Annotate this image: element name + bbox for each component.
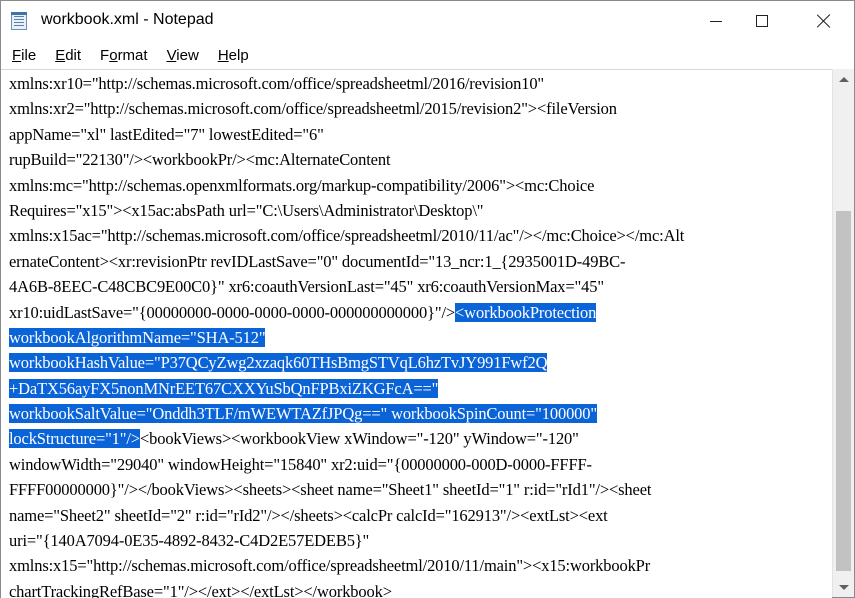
- minimize-icon: [710, 20, 722, 22]
- text-line: xmlns:x15="http://schemas.microsoft.com/…: [9, 553, 829, 578]
- line-text: xmlns:x15="http://schemas.microsoft.com/…: [9, 556, 651, 576]
- selected-text: <workbookProtection: [455, 302, 597, 322]
- line-text: xmlns:xr10="http://schemas.microsoft.com…: [9, 74, 545, 93]
- line-text: chartTrackingRefBase="1"/></ext></extLst…: [9, 581, 392, 598]
- text-line: uri="{140A7094-0E35-4892-8432-C4D2E57EDE…: [9, 528, 829, 553]
- maximize-button[interactable]: [739, 1, 785, 41]
- text-line: windowWidth="29040" windowHeight="15840"…: [9, 452, 829, 477]
- text-line: xmlns:mc="http://schemas.openxmlformats.…: [9, 173, 829, 198]
- scroll-down-button[interactable]: [833, 577, 854, 597]
- text-line: lockStructure="1"/><bookViews><workbookV…: [9, 426, 829, 451]
- arrow-down-icon: [838, 584, 849, 590]
- text-line: 4A6B-8EEC-C48CBC9E00C0}" xr6:coauthVersi…: [9, 274, 829, 299]
- text-line: ernateContent><xr:revisionPtr revIDLastS…: [9, 249, 829, 274]
- notepad-icon[interactable]: [11, 12, 27, 30]
- line-text: Requires="x15"><x15ac:absPath url="C:\Us…: [9, 200, 484, 220]
- line-text: windowWidth="29040" windowHeight="15840"…: [9, 454, 592, 474]
- text-line: xmlns:xr2="http://schemas.microsoft.com/…: [9, 96, 829, 121]
- text-line: workbookHashValue="P37QCyZwg2xzaqk60THsB…: [9, 350, 829, 375]
- close-button[interactable]: [801, 1, 847, 41]
- vertical-scrollbar[interactable]: [832, 69, 854, 597]
- line-text: <bookViews><workbookView xWindow="-120" …: [139, 429, 579, 449]
- title-bar[interactable]: workbook.xml - Notepad: [1, 1, 854, 41]
- text-line: appName="xl" lastEdited="7" lowestEdited…: [9, 122, 829, 147]
- text-line: workbookAlgorithmName="SHA-512": [9, 325, 829, 350]
- text-line: xr10:uidLastSave="{00000000-0000-0000-00…: [9, 300, 829, 325]
- menu-edit[interactable]: Edit: [44, 47, 89, 64]
- line-text: uri="{140A7094-0E35-4892-8432-C4D2E57EDE…: [9, 531, 370, 551]
- text-line: chartTrackingRefBase="1"/></ext></extLst…: [9, 579, 829, 598]
- line-text: ernateContent><xr:revisionPtr revIDLastS…: [9, 251, 626, 271]
- line-text: xr10:uidLastSave="{00000000-0000-0000-00…: [9, 302, 456, 322]
- close-icon: [817, 14, 831, 28]
- menu-bar: File Edit Format View Help: [1, 41, 854, 69]
- notepad-window: workbook.xml - Notepad File Edit Format …: [0, 0, 855, 598]
- line-text: 4A6B-8EEC-C48CBC9E00C0}" xr6:coauthVersi…: [9, 277, 604, 297]
- text-line: rupBuild="22130"/><workbookPr/><mc:Alter…: [9, 147, 829, 172]
- menu-file[interactable]: File: [1, 47, 44, 64]
- menu-view[interactable]: View: [156, 47, 207, 64]
- menu-help[interactable]: Help: [207, 47, 257, 64]
- editor-text: xmlns:xr10="http://schemas.microsoft.com…: [9, 71, 829, 598]
- line-text: appName="xl" lastEdited="7" lowestEdited…: [9, 124, 324, 144]
- text-line: xmlns:xr10="http://schemas.microsoft.com…: [9, 71, 829, 96]
- selected-text: +DaTX56ayFX5nonMNrEET67CXXYuSbQnFPBxiZKG…: [9, 378, 439, 398]
- scroll-up-button[interactable]: [833, 69, 854, 89]
- text-line: +DaTX56ayFX5nonMNrEET67CXXYuSbQnFPBxiZKG…: [9, 376, 829, 401]
- window-title: workbook.xml - Notepad: [41, 11, 214, 28]
- text-line: workbookSaltValue="Onddh3TLF/mWEWTAZfJPQ…: [9, 401, 829, 426]
- line-text: xmlns:xr2="http://schemas.microsoft.com/…: [9, 99, 617, 119]
- text-line: Requires="x15"><x15ac:absPath url="C:\Us…: [9, 198, 829, 223]
- line-text: xmlns:x15ac="http://schemas.microsoft.co…: [9, 226, 685, 246]
- selected-text: workbookAlgorithmName="SHA-512": [9, 327, 266, 347]
- selected-text: workbookHashValue="P37QCyZwg2xzaqk60THsB…: [9, 353, 548, 373]
- arrow-up-icon: [838, 76, 849, 82]
- menu-format[interactable]: Format: [89, 47, 156, 64]
- maximize-icon: [756, 15, 768, 27]
- selected-text: lockStructure="1"/>: [9, 429, 140, 449]
- line-text: FFFF00000000}"/></bookViews><sheets><she…: [9, 480, 652, 500]
- text-editor[interactable]: xmlns:xr10="http://schemas.microsoft.com…: [1, 69, 832, 598]
- scroll-thumb[interactable]: [836, 211, 851, 571]
- line-text: name="Sheet2" sheetId="2" r:id="rId2"/><…: [9, 505, 608, 525]
- selected-text: workbookSaltValue="Onddh3TLF/mWEWTAZfJPQ…: [9, 404, 597, 424]
- text-line: xmlns:x15ac="http://schemas.microsoft.co…: [9, 223, 829, 248]
- text-line: FFFF00000000}"/></bookViews><sheets><she…: [9, 477, 829, 502]
- line-text: rupBuild="22130"/><workbookPr/><mc:Alter…: [9, 150, 391, 170]
- minimize-button[interactable]: [693, 1, 739, 41]
- text-line: name="Sheet2" sheetId="2" r:id="rId2"/><…: [9, 503, 829, 528]
- line-text: xmlns:mc="http://schemas.openxmlformats.…: [9, 175, 595, 195]
